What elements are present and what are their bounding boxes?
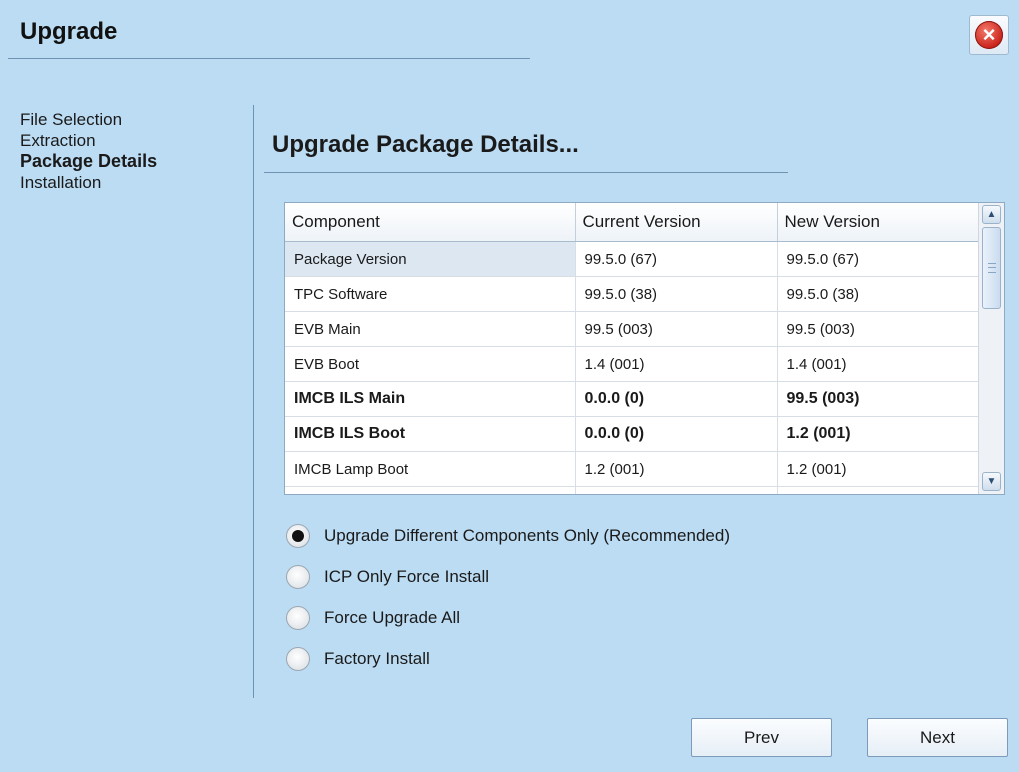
cell-current-version: 99.5.0 (38)	[575, 276, 778, 312]
column-header-component[interactable]: Component	[285, 203, 576, 242]
section-title: Upgrade Package Details...	[272, 131, 579, 158]
cell-component: EVB Boot	[285, 346, 576, 382]
table-row[interactable]: IMCB ILS Boot 0.0.0 (0) 1.2 (001)	[285, 416, 980, 452]
column-header-new-version[interactable]: New Version	[777, 203, 980, 242]
table-row[interactable]: EVB Main 99.5 (003) 99.5 (003)	[285, 311, 980, 347]
step-installation: Installation	[20, 173, 102, 192]
cell-component: EVB Main	[285, 311, 576, 347]
step-file-selection: File Selection	[20, 110, 123, 129]
scroll-down-icon[interactable]: ▼	[982, 472, 1001, 491]
cell-new-version: 99.5 (003)	[777, 311, 980, 347]
radio-button-checked[interactable]	[286, 523, 310, 548]
option-label: Upgrade Different Components Only (Recom…	[324, 525, 730, 545]
cell-new-version: 99.5.0 (38)	[777, 276, 980, 312]
table-row[interactable]: TPC Software 99.5.0 (38) 99.5.0 (38)	[285, 276, 980, 312]
option-label: Factory Install	[324, 648, 430, 668]
radio-button[interactable]	[286, 646, 310, 671]
step-package-details: Package Details	[20, 151, 158, 171]
cell-current-version: 99.5 (003)	[575, 311, 778, 347]
package-details-grid: Component Current Version New Version Pa…	[284, 202, 1005, 495]
grip-icon	[988, 263, 996, 273]
option-icp-only-force-install[interactable]: ICP Only Force Install	[286, 556, 730, 597]
prev-button[interactable]: Prev	[691, 718, 832, 757]
cell-component: IMCB ILS Boot	[285, 416, 576, 452]
cell-new-version: 1.2 (001)	[777, 416, 980, 452]
column-header-current-version[interactable]: Current Version	[575, 203, 778, 242]
next-button[interactable]: Next	[867, 718, 1008, 757]
sidebar-divider	[253, 105, 254, 698]
option-factory-install[interactable]: Factory Install	[286, 638, 730, 679]
cell-component: IMCB ILS Main	[285, 381, 576, 417]
cell-component: IMCB Lamp Boot	[285, 451, 576, 487]
cell-current-version: 1.4 (001)	[575, 346, 778, 382]
table-row[interactable]: IMCB Lamp Boot 1.2 (001) 1.2 (001)	[285, 451, 980, 487]
scroll-up-icon[interactable]: ▲	[982, 205, 1001, 224]
cell-new-version: 99.5 (003)	[777, 381, 980, 417]
option-label: ICP Only Force Install	[324, 566, 490, 586]
section-divider	[264, 172, 788, 173]
cell-new-version: 1.2 (001)	[777, 451, 980, 487]
table-header-row: Component Current Version New Version	[285, 203, 980, 242]
table-row[interactable]: IMCB ILS Main 0.0.0 (0) 99.5 (003)	[285, 381, 980, 417]
close-button[interactable]: ×	[969, 15, 1009, 55]
option-label: Force Upgrade All	[324, 607, 461, 627]
table-row[interactable]: EVB Boot 1.4 (001) 1.4 (001)	[285, 346, 980, 382]
radio-button[interactable]	[286, 564, 310, 589]
cell-current-version: 99.5.0 (67)	[575, 241, 778, 277]
option-force-upgrade-all[interactable]: Force Upgrade All	[286, 597, 730, 638]
cell-component: Package Version	[285, 241, 576, 277]
title-divider	[8, 58, 530, 59]
cell-new-version: 99.5.0 (67)	[777, 241, 980, 277]
close-icon: ×	[975, 21, 1003, 49]
step-extraction: Extraction	[20, 131, 96, 150]
option-upgrade-different[interactable]: Upgrade Different Components Only (Recom…	[286, 515, 730, 556]
scroll-thumb[interactable]	[982, 227, 1001, 309]
cell-current-version: 1.2 (001)	[575, 451, 778, 487]
table-row[interactable]	[285, 486, 980, 494]
radio-button[interactable]	[286, 605, 310, 630]
grid-vertical-scrollbar[interactable]: ▲ ▼	[978, 203, 1004, 494]
package-details-table: Component Current Version New Version Pa…	[285, 203, 980, 494]
cell-current-version: 0.0.0 (0)	[575, 381, 778, 417]
table-row[interactable]: Package Version 99.5.0 (67) 99.5.0 (67)	[285, 241, 980, 277]
wizard-steps: File Selection Extraction Package Detail…	[20, 109, 157, 193]
cell-new-version: 1.4 (001)	[777, 346, 980, 382]
window-title: Upgrade	[20, 18, 118, 45]
install-options: Upgrade Different Components Only (Recom…	[286, 515, 730, 679]
cell-current-version: 0.0.0 (0)	[575, 416, 778, 452]
cell-component: TPC Software	[285, 276, 576, 312]
